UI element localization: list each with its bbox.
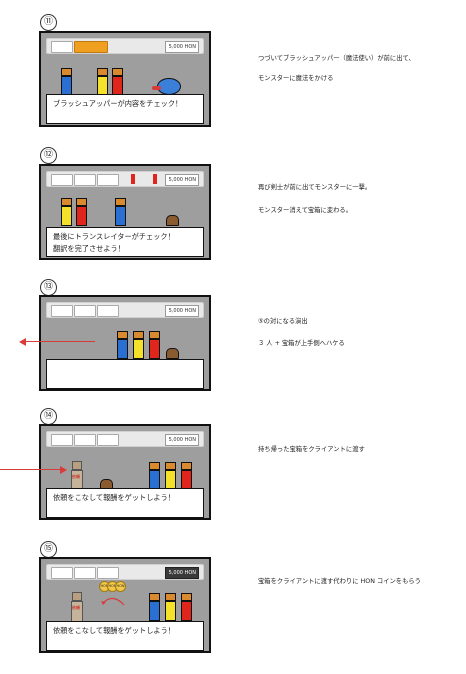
panel-number: ⑭ (40, 408, 57, 425)
dialog-text: 依頼をこなして報酬をゲットしよう！ (53, 626, 175, 635)
party-slot (97, 434, 119, 446)
panel-number: ⑪ (40, 14, 57, 31)
coin-counter: 5,000 HON (165, 41, 199, 53)
description-line: 再び剣士が前に出てモンスターに一撃。 (258, 184, 372, 191)
panel-number: ⑫ (40, 147, 57, 164)
description-line: ⑤の対になる演出 (258, 318, 308, 325)
treasure-chest (166, 348, 179, 359)
dialog-text: 依頼をこなして報酬をゲットしよう！ (53, 493, 175, 502)
exit-arrow (22, 341, 95, 342)
description-line: 宝箱をクライアントに渡す代わりに HON コインをもらう (258, 578, 421, 585)
active-slot (74, 41, 108, 53)
party-slot (51, 174, 73, 186)
dialog-box (46, 359, 204, 389)
dialog-text: 翻訳を完了させよう！ (53, 244, 125, 253)
panel-number: ⑬ (40, 279, 57, 296)
status-chip (153, 174, 157, 184)
client-tag: 依頼 (72, 474, 80, 479)
party-slot (51, 41, 73, 53)
dialog-text: ブラッシュアッパーが内容をチェック！ (53, 99, 183, 108)
dialog-box: ブラッシュアッパーが内容をチェック！ (46, 94, 204, 124)
dialog-box: 依頼をこなして報酬をゲットしよう！ (46, 488, 204, 518)
client-tag: 依頼 (72, 605, 80, 610)
party-slot (74, 434, 96, 446)
coin-counter: 5,000 HON (165, 567, 199, 579)
hon-coin-icon: HON (115, 581, 126, 592)
translator (181, 593, 192, 621)
party-slot (97, 567, 119, 579)
swordsman (149, 593, 160, 621)
description-line: モンスターに魔法をかける (258, 75, 334, 82)
swordsman (61, 198, 72, 226)
party-slot (51, 567, 73, 579)
client-character: 依頼 (71, 592, 83, 624)
arrow-head-icon (19, 338, 26, 346)
swordsman (149, 462, 160, 490)
party-slot (97, 174, 119, 186)
translator (181, 462, 192, 490)
party-slot (74, 567, 96, 579)
party-slot (97, 305, 119, 317)
party-slot (51, 305, 73, 317)
coin-counter: 5,000 HON (165, 434, 199, 446)
dialog-box: 依頼をこなして報酬をゲットしよう！ (46, 621, 204, 651)
hud-bar: 5,000 HON (46, 302, 204, 318)
dialog-text: 最後にトランスレイターがチェック！ (53, 232, 175, 241)
arrow-head-icon (60, 466, 67, 474)
hud-bar: 5,000 HON (46, 564, 204, 580)
swordsman (117, 331, 128, 359)
party-slot (74, 174, 96, 186)
swordsman (61, 68, 72, 96)
brushupper (76, 198, 87, 226)
brushupper (97, 68, 108, 96)
translator (112, 68, 123, 96)
panel-12-frame: 5,000 HON 最後にトランスレイターがチェック！ 翻訳を完了させよう！ (39, 164, 211, 260)
hud-bar: 5,000 HON (46, 431, 204, 447)
description-line: 持ち帰った宝箱をクライアントに渡す (258, 446, 365, 453)
translator (115, 198, 126, 226)
panel-13-frame: 5,000 HON (39, 295, 211, 391)
status-chip (131, 174, 135, 184)
enter-arrow (0, 469, 62, 470)
curved-arrow-icon (101, 597, 125, 606)
translator (149, 331, 160, 359)
panel-number: ⑮ (40, 541, 57, 558)
brushupper (165, 593, 176, 621)
panel-11-frame: 5,000 HON ブラッシュアッパーが内容をチェック！ (39, 31, 211, 127)
hud-bar: 5,000 HON (46, 38, 204, 54)
brushupper (133, 331, 144, 359)
dialog-box: 最後にトランスレイターがチェック！ 翻訳を完了させよう！ (46, 227, 204, 257)
coin-counter: 5,000 HON (165, 174, 199, 186)
description-line: ３ 人 + 宝箱が上手側へハケる (258, 340, 345, 347)
treasure-chest (166, 215, 179, 226)
panel-15-frame: 5,000 HON 依頼 HON HON HON 依頼をこなして報酬をゲットしよ… (39, 557, 211, 653)
hud-bar: 5,000 HON (46, 171, 204, 187)
description-line: つづいてブラッシュアッパー（魔法使い）が前に出て、 (258, 55, 415, 62)
monster-tongue (152, 86, 161, 90)
coin-counter: 5,000 HON (165, 305, 199, 317)
party-slot (51, 434, 73, 446)
brushupper (165, 462, 176, 490)
party-slot (74, 305, 96, 317)
description-line: モンスター消えて宝箱に変わる。 (258, 207, 353, 214)
